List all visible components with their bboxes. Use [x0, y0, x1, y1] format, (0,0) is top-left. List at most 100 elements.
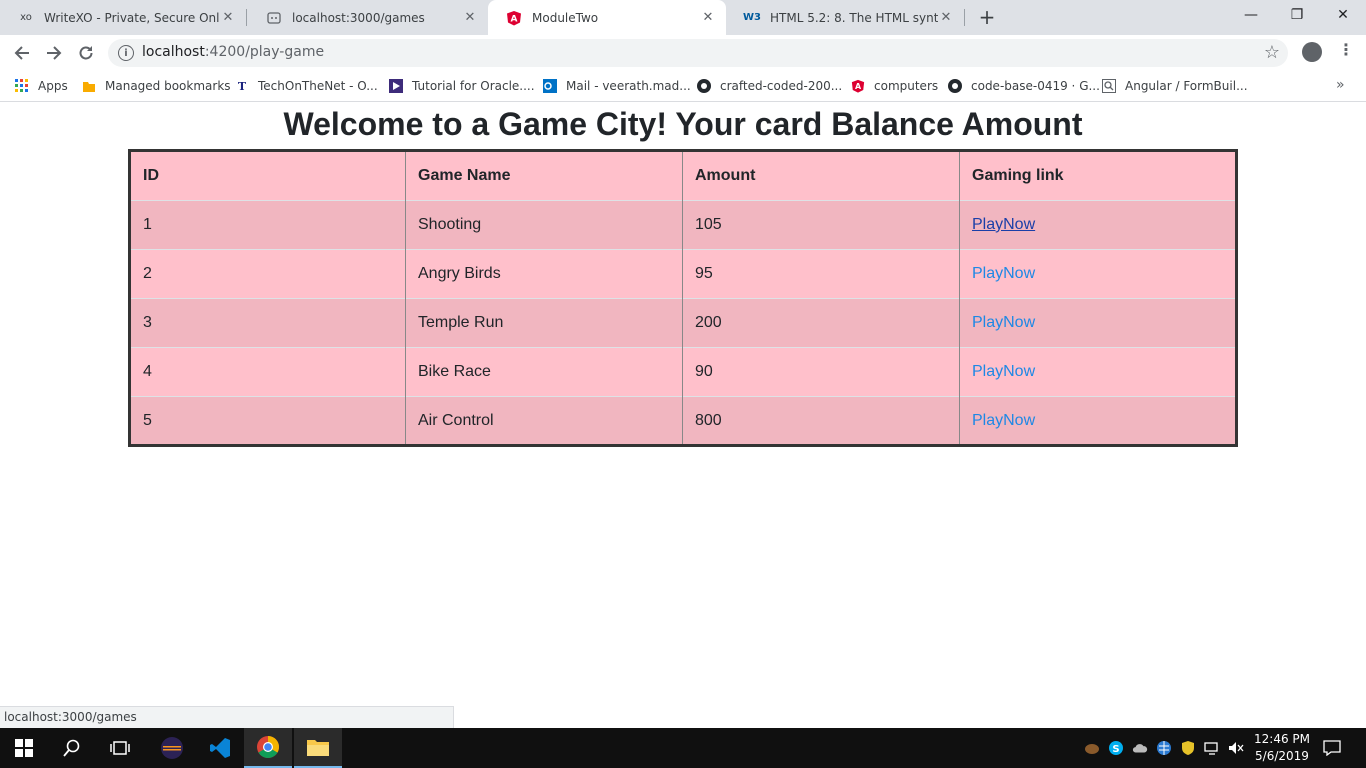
- taskbar-chrome[interactable]: [244, 728, 292, 768]
- system-clock[interactable]: 12:46 PM 5/6/2019: [1250, 731, 1314, 765]
- taskbar-eclipse[interactable]: [148, 728, 196, 768]
- reload-button[interactable]: [74, 41, 98, 65]
- back-button[interactable]: [10, 41, 34, 65]
- network-globe-icon[interactable]: [1156, 740, 1172, 756]
- angular-icon: A: [850, 78, 866, 94]
- bookmark-label: code-base-0419 · G...: [971, 79, 1100, 93]
- tab-html-syntax[interactable]: W3 HTML 5.2: 8. The HTML syntax ✕: [726, 0, 964, 35]
- play-now-link[interactable]: PlayNow: [972, 265, 1035, 282]
- windows-icon: [15, 739, 33, 757]
- vscode-icon: [210, 738, 230, 758]
- bookmark-star-icon[interactable]: ☆: [1264, 42, 1280, 63]
- more-bookmarks-icon[interactable]: »: [1336, 77, 1345, 93]
- tab-title: WriteXO - Private, Secure Online: [44, 10, 220, 25]
- outlook-icon: [542, 78, 558, 94]
- security-shield-icon[interactable]: [1180, 740, 1196, 756]
- folder-icon: [307, 740, 329, 756]
- more-menu-icon[interactable]: ⋮: [1338, 40, 1354, 59]
- table-row: 2 Angry Birds 95 PlayNow: [129, 249, 1237, 299]
- close-icon[interactable]: ✕: [938, 10, 954, 26]
- address-bar[interactable]: i localhost:4200/play-game ☆: [108, 39, 1288, 67]
- tray-app-icon[interactable]: [1084, 740, 1100, 756]
- bookmark-computers[interactable]: A computers: [850, 77, 938, 95]
- play-now-link[interactable]: PlayNow: [972, 412, 1035, 429]
- close-icon[interactable]: ✕: [462, 10, 478, 26]
- cell-link: PlayNow: [959, 298, 1237, 348]
- tab-writexo[interactable]: xo WriteXO - Private, Secure Online ✕: [0, 0, 246, 35]
- cell-game-name: Bike Race: [405, 347, 683, 397]
- profile-avatar-icon[interactable]: [1302, 42, 1322, 62]
- writexo-icon: xo: [20, 12, 32, 23]
- status-bubble: localhost:3000/games: [0, 706, 454, 728]
- clock-date: 5/6/2019: [1255, 749, 1309, 763]
- cell-amount: 200: [682, 298, 960, 348]
- cell-amount: 95: [682, 249, 960, 299]
- folder-icon: [81, 78, 97, 94]
- bookmark-mail[interactable]: Mail - veerath.mad...: [542, 77, 691, 95]
- play-now-link[interactable]: PlayNow: [972, 363, 1035, 380]
- cell-id: 1: [129, 200, 406, 250]
- cell-id: 3: [129, 298, 406, 348]
- restore-button[interactable]: ❐: [1274, 0, 1320, 30]
- close-window-button[interactable]: ✕: [1320, 0, 1366, 30]
- close-icon[interactable]: ✕: [700, 10, 716, 26]
- bookmark-oracle-tutorial[interactable]: Tutorial for Oracle....: [388, 77, 535, 95]
- close-icon[interactable]: ✕: [220, 10, 236, 26]
- bookmark-crafted-coded[interactable]: crafted-coded-200...: [696, 77, 842, 95]
- table-row: 4 Bike Race 90 PlayNow: [129, 347, 1237, 397]
- bookmark-code-base[interactable]: code-base-0419 · G...: [947, 77, 1100, 95]
- table-row: 3 Temple Run 200 PlayNow: [129, 298, 1237, 348]
- taskbar-vscode[interactable]: [196, 728, 244, 768]
- tab-moduletwo[interactable]: A ModuleTwo ✕: [488, 0, 726, 35]
- column-header-id: ID: [129, 150, 406, 201]
- bookmark-label: Mail - veerath.mad...: [566, 79, 691, 93]
- info-icon[interactable]: i: [118, 45, 134, 61]
- cell-game-name: Angry Birds: [405, 249, 683, 299]
- cell-amount: 90: [682, 347, 960, 397]
- new-tab-button[interactable]: +: [976, 6, 998, 28]
- tab-separator: [964, 9, 965, 26]
- forward-button[interactable]: [42, 41, 66, 65]
- network-icon[interactable]: [1204, 740, 1220, 756]
- onedrive-icon[interactable]: [1132, 740, 1148, 756]
- tab-title: localhost:3000/games: [292, 10, 425, 25]
- bookmark-managed[interactable]: Managed bookmarks: [81, 77, 231, 95]
- taskbar-file-explorer[interactable]: [294, 728, 342, 768]
- github-icon: [696, 78, 712, 94]
- taskbar: S 12:46 PM 5/6/2019: [0, 728, 1366, 768]
- table-row: 5 Air Control 800 PlayNow: [129, 396, 1237, 446]
- task-view-button[interactable]: [96, 728, 144, 768]
- cell-game-name: Air Control: [405, 396, 683, 446]
- tab-title: HTML 5.2: 8. The HTML syntax: [770, 10, 938, 25]
- cell-link: PlayNow: [959, 396, 1237, 446]
- page-content: Welcome to a Game City! Your card Balanc…: [0, 102, 1366, 728]
- table-header-row: ID Game Name Amount Gaming link: [129, 150, 1237, 201]
- notification-icon[interactable]: [1322, 738, 1342, 758]
- tab-separator: [246, 9, 247, 26]
- skype-icon[interactable]: S: [1108, 740, 1124, 756]
- chrome-icon: [257, 736, 279, 758]
- apps-grid-icon: [14, 78, 30, 94]
- cell-link: PlayNow: [959, 249, 1237, 299]
- angular-icon: A: [506, 10, 522, 26]
- search-button[interactable]: [48, 728, 96, 768]
- cell-amount: 105: [682, 200, 960, 250]
- bookmark-apps[interactable]: Apps: [14, 77, 68, 95]
- cell-game-name: Temple Run: [405, 298, 683, 348]
- url-text[interactable]: localhost:4200/play-game: [142, 44, 324, 60]
- play-now-link[interactable]: PlayNow: [972, 216, 1035, 233]
- start-button[interactable]: [0, 728, 48, 768]
- svg-text:S: S: [1112, 744, 1119, 755]
- cell-link: PlayNow: [959, 347, 1237, 397]
- page-icon: [266, 10, 282, 26]
- github-icon: [947, 78, 963, 94]
- play-icon: [388, 78, 404, 94]
- bookmark-techonthenet[interactable]: T TechOnTheNet - O...: [234, 77, 378, 95]
- svg-text:A: A: [511, 14, 518, 24]
- clock-time: 12:46 PM: [1254, 732, 1310, 746]
- volume-muted-icon[interactable]: [1228, 740, 1244, 756]
- bookmark-angular-formbuilder[interactable]: Angular / FormBuil...: [1101, 77, 1248, 95]
- play-now-link[interactable]: PlayNow: [972, 314, 1035, 331]
- tab-localhost-games[interactable]: localhost:3000/games ✕: [248, 0, 488, 35]
- minimize-button[interactable]: —: [1228, 0, 1274, 30]
